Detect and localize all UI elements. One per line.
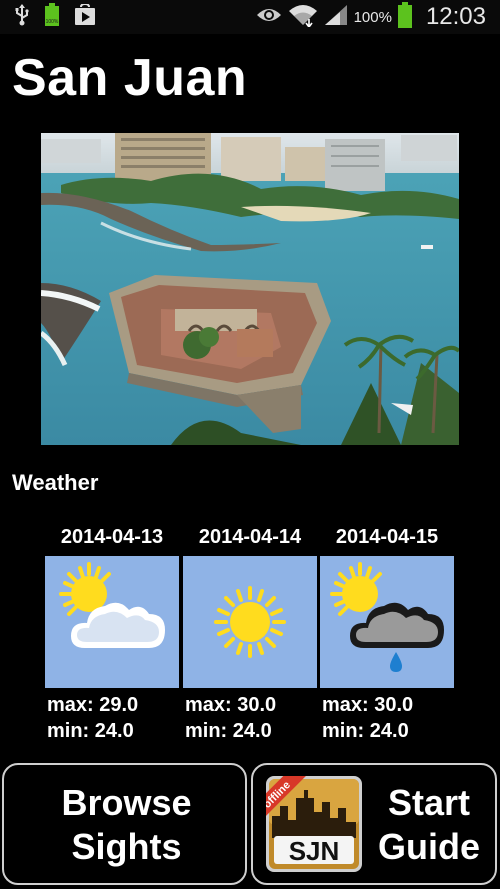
browse-sights-label: Browse Sights — [61, 782, 192, 867]
sun-cloud-rain-icon — [320, 556, 454, 688]
battery-icon — [397, 1, 412, 33]
battery-full-icon: 100% — [44, 2, 60, 32]
sjn-offline-logo-icon: SJN offline — [242, 760, 362, 872]
status-bar-left: 100% — [14, 2, 96, 32]
status-bar: 100% 100% 12:03 — [0, 0, 500, 34]
status-clock: 12:03 — [425, 3, 486, 30]
city-photo — [41, 133, 459, 445]
signal-icon — [324, 4, 348, 31]
forecast-min: min: 24.0 — [185, 720, 272, 742]
forecast-day: 2014-04-14 max: 30.0 min: 24.0 — [183, 524, 317, 744]
start-guide-button[interactable]: SJN offline Start Guide — [242, 760, 497, 885]
forecast-min: min: 24.0 — [47, 720, 134, 742]
weather-heading: Weather — [12, 470, 99, 495]
forecast-day: 2014-04-13 max: 29.0 min: 24.0 — [45, 524, 179, 744]
forecast-max: max: 30.0 — [322, 694, 414, 716]
play-store-icon — [74, 2, 96, 31]
forecast-max: max: 30.0 — [185, 694, 277, 716]
wifi-icon — [288, 3, 318, 32]
start-guide-label: Start Guide — [377, 782, 480, 867]
battery-percentage: 100% — [353, 8, 392, 26]
partly-cloudy-icon — [45, 556, 179, 688]
forecast-day: 2014-04-15 max: 30.0 min: 24.0 — [320, 524, 454, 744]
logo-text: SJN — [289, 836, 340, 866]
forecast-max: max: 29.0 — [47, 694, 139, 716]
eye-icon — [256, 6, 282, 29]
forecast-min: min: 24.0 — [322, 720, 409, 742]
svg-text:100%: 100% — [46, 19, 59, 25]
page-title: San Juan — [12, 49, 248, 107]
usb-icon — [14, 3, 30, 31]
status-bar-right: 100% 12:03 — [256, 1, 486, 33]
forecast-date: 2014-04-15 — [335, 526, 439, 548]
browse-sights-button[interactable]: Browse Sights — [2, 763, 247, 885]
forecast-date: 2014-04-13 — [60, 526, 164, 548]
forecast-date: 2014-04-14 — [198, 526, 302, 548]
sunny-icon — [183, 556, 317, 688]
